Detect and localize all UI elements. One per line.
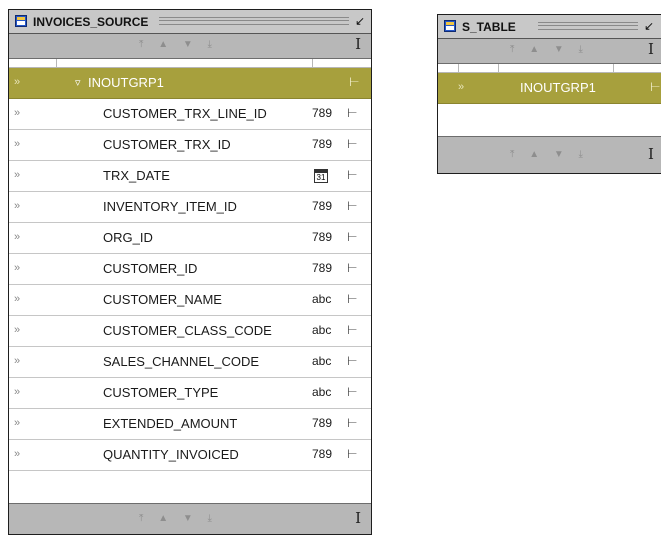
field-name: TRX_DATE xyxy=(103,168,170,183)
string-type-icon: abc xyxy=(312,323,332,337)
s-table-panel[interactable]: S_TABLE ↙ ⤒ ▲ ▼ ⤓ I » INOUTGRP1 ⊢ ⤒ ▲ ▼ … xyxy=(437,14,661,174)
field-name: CUSTOMER_TYPE xyxy=(103,385,219,400)
row-selector-icon: » xyxy=(14,138,21,150)
text-cursor-icon: I xyxy=(648,40,654,58)
field-row[interactable]: » CUSTOMER_NAME abc ⊢ xyxy=(9,285,371,316)
column-header xyxy=(9,59,371,68)
row-selector-icon: » xyxy=(14,200,21,212)
invoices-source-body: » ▿ INOUTGRP1 ⊢ » CUSTOMER_TRX_LINE_ID 789… xyxy=(9,59,371,503)
minimize-icon[interactable]: ↙ xyxy=(644,19,654,33)
row-selector-icon: » xyxy=(14,417,21,429)
field-row[interactable]: » CUSTOMER_TYPE abc ⊢ xyxy=(9,378,371,409)
minimize-icon[interactable]: ↙ xyxy=(355,14,365,28)
field-name: CUSTOMER_NAME xyxy=(103,292,222,307)
s-table-body: » INOUTGRP1 ⊢ xyxy=(438,64,661,136)
field-name: CUSTOMER_ID xyxy=(103,261,198,276)
top-scroll-bar[interactable]: ⤒ ▲ ▼ ⤓ I xyxy=(438,39,661,64)
field-name: EXTENDED_AMOUNT xyxy=(103,416,238,431)
number-type-icon: 789 xyxy=(312,137,333,151)
text-cursor-icon: I xyxy=(648,145,654,163)
scroll-arrows[interactable]: ⤒ ▲ ▼ ⤓ xyxy=(510,149,589,160)
field-row[interactable]: » QUANTITY_INVOICED 789 ⊢ xyxy=(9,440,371,471)
number-type-icon: 789 xyxy=(312,199,333,213)
port-icon: ⊢ xyxy=(347,261,358,275)
port-icon: ⊢ xyxy=(347,292,358,306)
group-row-inoutgrp1[interactable]: » INOUTGRP1 ⊢ xyxy=(438,73,661,104)
field-row[interactable]: » TRX_DATE 31 ⊢ xyxy=(9,161,371,192)
row-selector-icon: » xyxy=(14,262,21,274)
table-icon xyxy=(15,15,27,27)
field-row[interactable]: » ORG_ID 789 ⊢ xyxy=(9,223,371,254)
field-row[interactable]: » CUSTOMER_CLASS_CODE abc ⊢ xyxy=(9,316,371,347)
scroll-arrows[interactable]: ⤒ ▲ ▼ ⤓ xyxy=(139,39,218,50)
field-name: SALES_CHANNEL_CODE xyxy=(103,354,260,369)
date-type-icon: 31 xyxy=(314,169,328,183)
field-name: ORG_ID xyxy=(103,230,153,245)
string-type-icon: abc xyxy=(312,385,332,399)
field-row[interactable]: » EXTENDED_AMOUNT 789 ⊢ xyxy=(9,409,371,440)
row-selector-icon: » xyxy=(14,324,21,336)
number-type-icon: 789 xyxy=(312,447,333,461)
field-name: CUSTOMER_TRX_ID xyxy=(103,137,231,152)
field-name: INVENTORY_ITEM_ID xyxy=(103,199,237,214)
row-selector-icon: » xyxy=(14,169,21,181)
field-row[interactable]: » SALES_CHANNEL_CODE abc ⊢ xyxy=(9,347,371,378)
row-selector-icon: » xyxy=(458,81,465,93)
text-cursor-icon: I xyxy=(355,35,361,53)
row-selector-icon: » xyxy=(14,107,21,119)
top-scroll-bar[interactable]: ⤒ ▲ ▼ ⤓ I xyxy=(9,34,371,59)
drag-handle-lines xyxy=(538,22,638,30)
field-name: QUANTITY_INVOICED xyxy=(103,447,239,462)
row-selector-icon: » xyxy=(14,76,21,88)
panel-title: S_TABLE xyxy=(462,20,516,34)
port-icon: ⊢ xyxy=(347,323,358,337)
number-type-icon: 789 xyxy=(312,416,333,430)
port-icon: ⊢ xyxy=(347,354,358,368)
row-selector-icon: » xyxy=(14,231,21,243)
text-cursor-icon: I xyxy=(355,509,361,527)
table-icon xyxy=(444,20,456,32)
field-row[interactable]: » CUSTOMER_TRX_LINE_ID 789 ⊢ xyxy=(9,99,371,130)
group-label: INOUTGRP1 xyxy=(88,75,164,90)
port-icon: ⊢ xyxy=(349,75,360,89)
port-icon: ⊢ xyxy=(347,168,358,182)
field-row[interactable]: » CUSTOMER_ID 789 ⊢ xyxy=(9,254,371,285)
column-header xyxy=(438,64,661,73)
bottom-scroll-bar[interactable]: ⤒ ▲ ▼ ⤓ I xyxy=(438,136,661,173)
drag-handle-lines xyxy=(159,17,349,25)
row-selector-icon: » xyxy=(14,293,21,305)
port-icon: ⊢ xyxy=(347,447,358,461)
group-label: INOUTGRP1 xyxy=(520,80,596,95)
invoices-source-titlebar[interactable]: INVOICES_SOURCE ↙ xyxy=(9,10,371,34)
string-type-icon: abc xyxy=(312,354,332,368)
row-selector-icon: » xyxy=(14,386,21,398)
field-row[interactable]: » INVENTORY_ITEM_ID 789 ⊢ xyxy=(9,192,371,223)
panel-title: INVOICES_SOURCE xyxy=(33,15,149,29)
invoices-source-panel[interactable]: INVOICES_SOURCE ↙ ⤒ ▲ ▼ ⤓ I » ▿ INOUTGRP… xyxy=(8,9,372,535)
collapse-toggle-icon[interactable]: ▿ xyxy=(75,76,81,89)
port-icon: ⊢ xyxy=(347,385,358,399)
port-icon: ⊢ xyxy=(347,199,358,213)
port-icon: ⊢ xyxy=(347,106,358,120)
string-type-icon: abc xyxy=(312,292,332,306)
group-row-inoutgrp1[interactable]: » ▿ INOUTGRP1 ⊢ xyxy=(9,68,371,99)
scroll-arrows[interactable]: ⤒ ▲ ▼ ⤓ xyxy=(139,513,218,524)
port-icon: ⊢ xyxy=(347,230,358,244)
port-icon: ⊢ xyxy=(650,80,661,94)
scroll-arrows[interactable]: ⤒ ▲ ▼ ⤓ xyxy=(510,44,589,55)
bottom-scroll-bar[interactable]: ⤒ ▲ ▼ ⤓ I xyxy=(9,503,371,534)
number-type-icon: 789 xyxy=(312,106,333,120)
field-name: CUSTOMER_TRX_LINE_ID xyxy=(103,106,267,121)
row-selector-icon: » xyxy=(14,448,21,460)
s-table-titlebar[interactable]: S_TABLE ↙ xyxy=(438,15,661,39)
number-type-icon: 789 xyxy=(312,261,333,275)
number-type-icon: 789 xyxy=(312,230,333,244)
row-selector-icon: » xyxy=(14,355,21,367)
field-name: CUSTOMER_CLASS_CODE xyxy=(103,323,272,338)
port-icon: ⊢ xyxy=(347,416,358,430)
field-row[interactable]: » CUSTOMER_TRX_ID 789 ⊢ xyxy=(9,130,371,161)
port-icon: ⊢ xyxy=(347,137,358,151)
